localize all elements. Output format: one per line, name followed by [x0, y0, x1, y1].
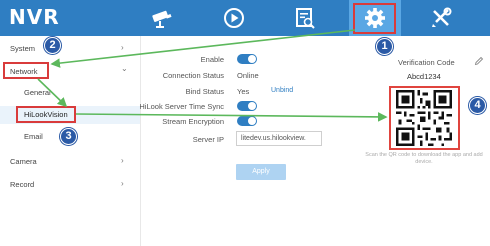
- live-view-camera-icon[interactable]: [150, 5, 176, 31]
- chevron-right-icon: ›: [121, 156, 124, 165]
- highlight-hilookvision-box: [16, 106, 76, 123]
- highlight-gear-box: [353, 3, 396, 34]
- scan-hint-text: Scan the QR code to download the app and…: [365, 152, 483, 165]
- highlight-network-box: [3, 62, 49, 79]
- playback-icon[interactable]: [221, 5, 247, 31]
- bind-status-label: Bind Status: [185, 87, 224, 96]
- connection-status-label: Connection Status: [162, 71, 224, 80]
- sidebar-item-label: Record: [10, 180, 35, 189]
- unbind-link[interactable]: Unbind: [271, 87, 293, 94]
- chevron-right-icon: ›: [121, 179, 124, 188]
- verification-code-value: Abcd1234: [407, 72, 441, 81]
- verification-code-label: Verification Code: [398, 58, 455, 67]
- nvr-logo: NVR: [9, 5, 60, 29]
- apply-button[interactable]: Apply: [236, 164, 286, 180]
- edit-pencil-icon[interactable]: [474, 56, 484, 66]
- sidebar-item-camera[interactable]: Camera ›: [0, 153, 140, 171]
- enable-toggle[interactable]: [237, 54, 257, 64]
- sidebar-item-label: Camera: [10, 157, 37, 166]
- maintenance-tools-icon[interactable]: [428, 5, 454, 31]
- callout-2: 2: [44, 37, 61, 54]
- sidebar-item-record[interactable]: Record ›: [0, 176, 140, 194]
- sidebar-item-label: System: [10, 44, 36, 53]
- time-sync-label: HiLook Server Time Sync: [139, 102, 224, 111]
- enable-label: Enable: [200, 55, 224, 64]
- callout-1: 1: [376, 38, 393, 55]
- time-sync-toggle[interactable]: [237, 101, 257, 111]
- sidebar-item-label: Email: [24, 132, 43, 141]
- bind-status-value: Yes: [237, 87, 250, 96]
- sidebar-item-label: General: [24, 88, 51, 97]
- stream-encryption-toggle[interactable]: [237, 116, 257, 126]
- callout-4: 4: [469, 97, 486, 114]
- server-ip-label: Server IP: [192, 135, 224, 144]
- top-nav-bar: NVR: [0, 0, 490, 36]
- stream-encryption-label: Stream Encryption: [162, 117, 224, 126]
- connection-status-value: Online: [237, 71, 259, 80]
- chevron-right-icon: ›: [121, 43, 124, 52]
- search-file-icon[interactable]: [292, 5, 318, 31]
- server-ip-input[interactable]: litedev.us.hilookview.: [236, 131, 322, 146]
- callout-3: 3: [60, 128, 77, 145]
- qr-code-image: [396, 90, 452, 146]
